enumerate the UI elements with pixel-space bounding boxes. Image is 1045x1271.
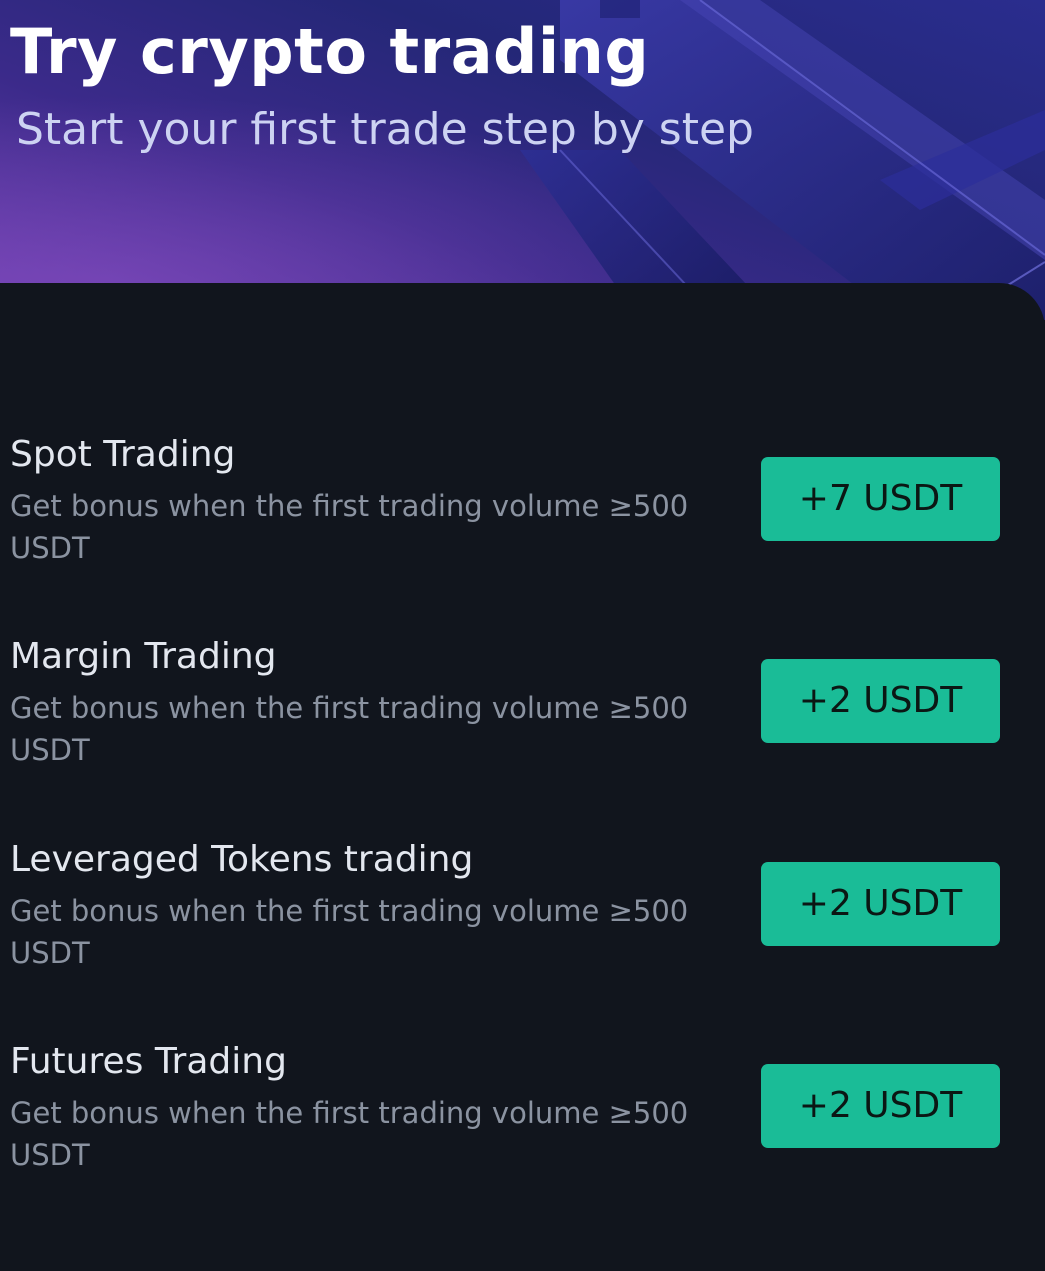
reward-button-margin-trading[interactable]: +2 USDT <box>761 659 1000 743</box>
task-title: Margin Trading <box>10 636 277 677</box>
task-description: Get bonus when the first trading volume … <box>10 489 689 565</box>
task-item-spot-trading: Spot Trading Get bonus when the first tr… <box>0 433 1045 583</box>
task-item-futures-trading: Futures Trading Get bonus when the first… <box>0 1040 1045 1190</box>
task-item-margin-trading: Margin Trading Get bonus when the first … <box>0 635 1045 785</box>
task-list-panel: Spot Trading Get bonus when the first tr… <box>0 283 1045 1271</box>
reward-button-futures-trading[interactable]: +2 USDT <box>761 1064 1000 1148</box>
page-subtitle: Start your first trade step by step <box>16 104 754 155</box>
page-title: Try crypto trading <box>10 15 650 88</box>
task-title: Spot Trading <box>10 434 236 475</box>
page: Try crypto trading Start your first trad… <box>0 0 1045 1271</box>
task-title: Leveraged Tokens trading <box>10 839 474 880</box>
task-item-leveraged-tokens-trading: Leveraged Tokens trading Get bonus when … <box>0 838 1045 988</box>
task-description: Get bonus when the first trading volume … <box>10 1096 689 1172</box>
task-description: Get bonus when the first trading volume … <box>10 894 689 970</box>
task-title: Futures Trading <box>10 1041 287 1082</box>
task-description: Get bonus when the first trading volume … <box>10 691 689 767</box>
reward-button-leveraged-tokens-trading[interactable]: +2 USDT <box>761 862 1000 946</box>
reward-button-spot-trading[interactable]: +7 USDT <box>761 457 1000 541</box>
hero-banner: Try crypto trading Start your first trad… <box>0 0 1045 320</box>
